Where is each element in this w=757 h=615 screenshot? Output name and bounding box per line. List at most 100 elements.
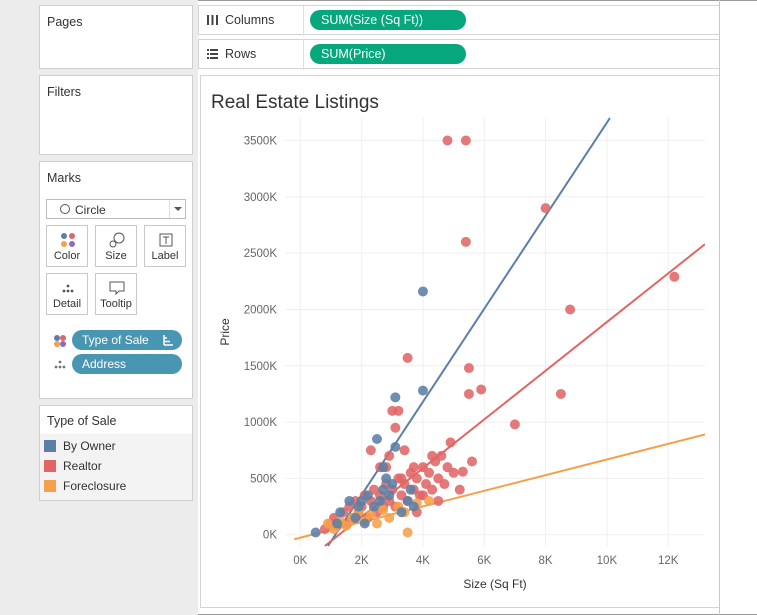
x-tick-label: 6K xyxy=(477,555,491,567)
rows-field-pill[interactable]: SUM(Price) xyxy=(310,44,466,64)
columns-field-pill[interactable]: SUM(Size (Sq Ft)) xyxy=(310,10,466,30)
data-point xyxy=(427,484,438,495)
x-tick-label: 12K xyxy=(658,555,679,567)
rows-label: Rows xyxy=(225,47,257,61)
columns-shelf[interactable]: Columns SUM(Size (Sq Ft)) xyxy=(198,5,719,36)
data-point xyxy=(463,388,474,399)
shelf-divider xyxy=(303,40,304,70)
data-point xyxy=(417,385,428,396)
y-tick-label: 1000K xyxy=(244,417,278,429)
data-point xyxy=(457,466,468,477)
data-point xyxy=(344,495,355,506)
tooltip-button-label: Tooltip xyxy=(100,298,132,310)
legend-swatch xyxy=(44,440,56,452)
data-point xyxy=(393,405,404,416)
data-point xyxy=(402,527,413,538)
data-point xyxy=(442,135,453,146)
x-tick-label: 8K xyxy=(539,555,553,567)
legend-item-realtor[interactable]: Realtor xyxy=(44,458,102,474)
data-point xyxy=(384,450,395,461)
data-point xyxy=(555,388,566,399)
detail-button[interactable]: Detail xyxy=(46,273,88,315)
data-point xyxy=(359,518,370,529)
y-tick-label: 2000K xyxy=(244,304,278,316)
label-icon xyxy=(159,233,173,247)
data-point xyxy=(467,456,478,467)
data-point xyxy=(375,495,386,506)
legend-card: Type of Sale By Owner Realtor Foreclosur… xyxy=(39,405,193,501)
data-point xyxy=(460,236,471,247)
chart-view[interactable]: Real Estate Listings 0K 2K 4K 6K 8K 10K 12K 0K 5… xyxy=(200,75,720,608)
data-point xyxy=(540,203,551,214)
sort-icon xyxy=(163,335,173,346)
rows-shelf[interactable]: Rows SUM(Price) xyxy=(198,39,719,70)
data-point xyxy=(417,286,428,297)
circle-icon xyxy=(60,204,70,214)
data-point xyxy=(350,512,361,523)
data-point xyxy=(565,304,576,315)
trend-line xyxy=(327,117,611,547)
scatter-plot[interactable]: 0K 2K 4K 6K 8K 10K 12K 0K 500K 1000K 1500K 2000K 250… xyxy=(201,76,721,609)
data-point xyxy=(424,495,435,506)
data-point xyxy=(509,419,520,430)
mark-type-label: Circle xyxy=(75,203,106,217)
data-point xyxy=(454,484,465,495)
y-tick-label: 3000K xyxy=(244,192,278,204)
legend-item-by-owner[interactable]: By Owner xyxy=(44,438,116,454)
trend-line xyxy=(293,433,705,541)
data-point xyxy=(378,462,389,473)
data-point xyxy=(335,507,346,518)
data-point xyxy=(390,392,401,403)
chevron-down-icon[interactable] xyxy=(169,200,185,218)
data-point xyxy=(384,490,395,501)
data-point xyxy=(390,422,401,433)
data-point xyxy=(310,527,321,538)
data-point xyxy=(396,507,407,518)
legend-item-foreclosure[interactable]: Foreclosure xyxy=(44,478,126,494)
filters-card[interactable]: Filters xyxy=(39,75,193,155)
detail-button-label: Detail xyxy=(52,298,82,310)
filters-title: Filters xyxy=(47,85,82,99)
pages-title: Pages xyxy=(47,15,83,29)
marks-card: Marks Circle Color Size Label Detail Too… xyxy=(39,161,193,399)
legend-swatch xyxy=(44,460,56,472)
address-pill-label: Address xyxy=(82,357,127,371)
data-point xyxy=(436,450,447,461)
data-point xyxy=(378,504,389,515)
legend-label: Foreclosure xyxy=(63,479,127,493)
y-tick-label: 0K xyxy=(263,530,277,542)
tooltip-icon xyxy=(109,281,125,296)
data-point xyxy=(460,135,471,146)
data-point xyxy=(424,467,435,478)
marks-title: Marks xyxy=(47,171,82,185)
legend-label: Realtor xyxy=(63,459,102,473)
y-tick-label: 500K xyxy=(250,473,277,485)
data-point xyxy=(396,473,407,484)
rows-icon xyxy=(207,49,218,59)
data-point xyxy=(402,352,413,363)
detail-icon xyxy=(62,284,74,293)
data-point xyxy=(332,518,343,529)
x-tick-label: 0K xyxy=(293,555,307,567)
tooltip-button[interactable]: Tooltip xyxy=(95,273,137,315)
shelf-divider xyxy=(303,6,304,36)
legend-swatch xyxy=(44,480,56,492)
columns-label: Columns xyxy=(225,13,275,27)
color-button[interactable]: Color xyxy=(46,225,88,267)
color-button-label: Color xyxy=(53,250,81,262)
y-tick-label: 3500K xyxy=(244,136,278,148)
mark-type-dropdown[interactable]: Circle xyxy=(46,199,186,219)
type-of-sale-pill[interactable]: Type of Sale xyxy=(72,330,182,350)
data-point xyxy=(390,441,401,452)
label-button-label: Label xyxy=(151,250,179,262)
address-pill[interactable]: Address xyxy=(72,354,182,374)
data-point xyxy=(476,384,487,395)
legend-items-area: By Owner Realtor Foreclosure xyxy=(40,434,192,500)
x-tick-label: 4K xyxy=(416,555,430,567)
color-icon xyxy=(61,233,75,247)
size-button[interactable]: Size xyxy=(95,225,137,267)
pages-card[interactable]: Pages xyxy=(39,5,193,69)
label-button[interactable]: Label xyxy=(144,225,186,267)
data-point xyxy=(463,363,474,374)
data-point xyxy=(669,271,680,282)
